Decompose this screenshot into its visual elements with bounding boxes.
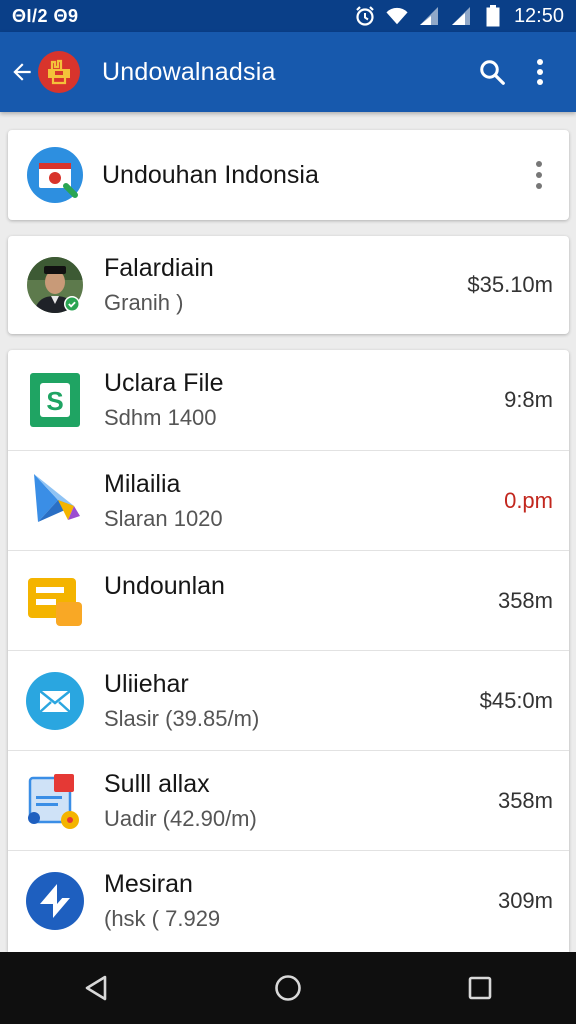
list-item-value: 9:8m	[504, 387, 553, 412]
nav-back-button[interactable]	[61, 958, 131, 1018]
list-item-title: Mesiran	[104, 869, 193, 898]
home-circle-icon	[275, 975, 301, 1001]
header-card-menu-button[interactable]	[525, 155, 553, 195]
mail-icon	[26, 671, 84, 730]
alarm-icon	[354, 6, 376, 26]
sheets-icon: S	[26, 371, 84, 429]
list-item-title: Undounlan	[104, 572, 225, 600]
list-item-title: Uclara File	[104, 369, 224, 397]
app-logo-icon	[38, 51, 80, 93]
avatar-verified-icon	[26, 256, 84, 314]
app-bar-title: Undowalnadsia	[102, 57, 276, 86]
status-icons: 12:50	[354, 5, 564, 28]
profile-value: $35.10m	[467, 272, 553, 297]
svg-text:S: S	[46, 386, 63, 416]
header-card-title: Undouhan Indonsia	[102, 161, 319, 189]
list-item-title: Milailia	[104, 469, 181, 498]
signal-icon	[418, 6, 440, 26]
status-left-text: ΘI/2 Θ9	[12, 5, 79, 26]
nav-home-button[interactable]	[253, 958, 323, 1018]
wifi-icon	[386, 6, 408, 26]
document-icon	[26, 772, 84, 830]
status-bar: ΘI/2 Θ9 12:50	[0, 0, 576, 32]
list-item-value: 0.pm	[504, 487, 553, 513]
profile-subtitle: Granih )	[104, 290, 184, 315]
nav-recents-button[interactable]	[445, 958, 515, 1018]
maps-kite-icon	[26, 472, 84, 530]
list-item[interactable]: Undounlan 358m	[8, 550, 569, 650]
list-item[interactable]: Milailia Slaran 1020 0.pm	[8, 450, 569, 550]
slides-icon	[26, 572, 84, 630]
more-options-button[interactable]	[516, 44, 564, 100]
back-button[interactable]	[2, 44, 42, 100]
more-vert-icon	[536, 161, 542, 189]
header-card[interactable]: Undouhan Indonsia	[8, 130, 569, 220]
list-item-subtitle: Uadir (42.90/m)	[104, 805, 257, 831]
list-item[interactable]: Mesiran (hsk ( 7.929 309m	[8, 850, 569, 950]
signal-icon	[450, 6, 472, 26]
list-item-value: 358m	[497, 587, 553, 613]
navigate-icon	[26, 871, 84, 930]
list-item-subtitle: Slasir (39.85/m)	[104, 705, 260, 731]
system-nav-bar	[0, 952, 576, 1024]
arrow-back-icon	[13, 63, 31, 81]
list-item-value: 358m	[497, 787, 553, 813]
status-time: 12:50	[513, 4, 564, 27]
list-item[interactable]: Uliiehar Slasir (39.85/m) $45:0m	[8, 650, 569, 750]
list-item-title: Uliiehar	[104, 669, 189, 698]
list-item[interactable]: Sulll allax Uadir (42.90/m) 358m	[8, 750, 569, 850]
battery-icon	[482, 5, 504, 27]
list-item[interactable]: S Uclara File Sdhm 1400 9:8m	[8, 350, 569, 450]
search-icon	[480, 60, 505, 85]
list-item-title: Sulll allax	[104, 769, 210, 798]
recents-square-icon	[468, 976, 492, 1000]
back-triangle-icon	[85, 975, 107, 1001]
more-vert-icon	[537, 59, 543, 85]
list-item-value: 309m	[497, 887, 553, 913]
list-item-subtitle: (hsk ( 7.929	[104, 905, 221, 931]
transaction-list: S Uclara File Sdhm 1400 9:8m Milailia Sl…	[8, 350, 569, 952]
list-item-value: $45:0m	[479, 687, 553, 713]
profile-card[interactable]: Falardiain Granih ) $35.10m	[8, 236, 569, 334]
profile-name: Falardiain	[104, 254, 214, 282]
search-button[interactable]	[468, 44, 516, 100]
calendar-logo-icon	[26, 146, 84, 204]
app-bar: Undowalnadsia	[0, 32, 576, 112]
list-item-subtitle: Slaran 1020	[104, 505, 223, 531]
list-item-subtitle: Sdhm 1400	[104, 405, 217, 430]
